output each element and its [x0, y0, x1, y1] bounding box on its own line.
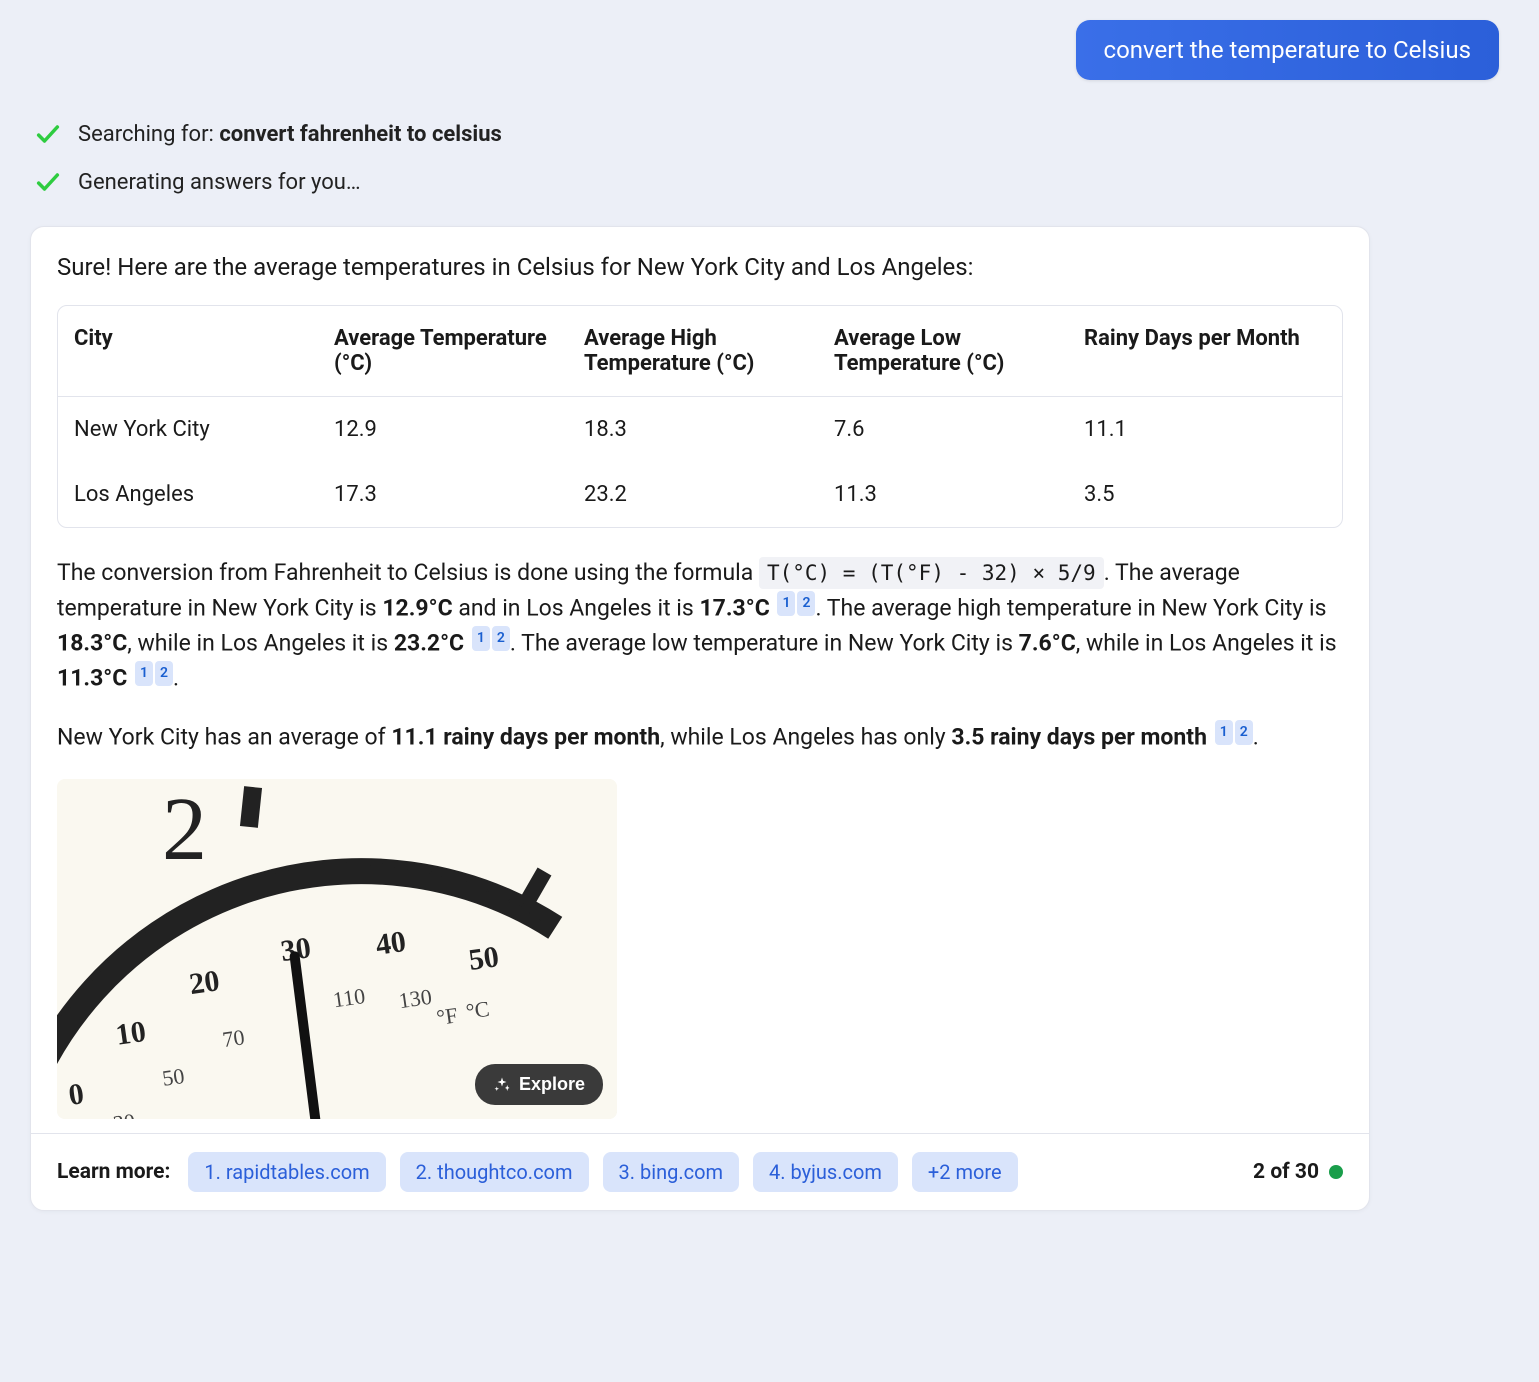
- status-generating: Generating answers for you…: [30, 168, 1509, 196]
- citation-2[interactable]: 2: [797, 591, 815, 616]
- temperature-table: City Average Temperature (°C) Average Hi…: [57, 305, 1343, 528]
- svg-text:50: 50: [467, 940, 501, 977]
- source-chip[interactable]: 3. bing.com: [603, 1152, 740, 1192]
- value: 17.3°C: [699, 594, 769, 621]
- svg-text:°C: °C: [464, 996, 491, 1024]
- value: 23.2°C: [394, 629, 464, 656]
- svg-text:30: 30: [111, 1108, 136, 1119]
- status-searching-query: convert fahrenheit to celsius: [219, 122, 502, 147]
- value: 18.3°C: [57, 629, 127, 656]
- text: , while in Los Angeles it is: [127, 629, 394, 656]
- source-chip[interactable]: 4. byjus.com: [753, 1152, 898, 1192]
- explore-button[interactable]: Explore: [475, 1064, 603, 1105]
- text: .: [173, 664, 179, 691]
- formula-code: T(°C) = (T(°F) - 32) × 5/9: [759, 557, 1104, 589]
- text: , while Los Angeles has only: [660, 724, 951, 751]
- svg-text:130: 130: [397, 984, 433, 1013]
- answer-paragraph-2: New York City has an average of 11.1 rai…: [57, 720, 1343, 755]
- table-cell: 23.2: [568, 462, 818, 527]
- value: 11.3°C: [57, 664, 127, 691]
- citation-2[interactable]: 2: [1235, 720, 1253, 745]
- table-cell: 7.6: [818, 397, 1068, 462]
- text: , while in Los Angeles it is: [1076, 629, 1337, 656]
- answer-paragraph-1: The conversion from Fahrenheit to Celsiu…: [57, 556, 1343, 696]
- value: 7.6°C: [1019, 629, 1076, 656]
- table-cell: 3.5: [1068, 462, 1318, 527]
- response-counter: 2 of 30: [1253, 1160, 1343, 1184]
- answer-card: Sure! Here are the average temperatures …: [30, 226, 1370, 1211]
- table-cell: 12.9: [318, 397, 568, 462]
- text: New York City has an average of: [57, 724, 391, 751]
- table-cell: Los Angeles: [58, 462, 318, 527]
- table-cell: 11.3: [818, 462, 1068, 527]
- status-searching-prefix: Searching for:: [78, 122, 219, 147]
- source-chip[interactable]: 2. thoughtco.com: [400, 1152, 589, 1192]
- value: 12.9°C: [382, 594, 452, 621]
- citation-1[interactable]: 1: [777, 591, 795, 616]
- svg-text:110: 110: [331, 983, 366, 1012]
- result-image[interactable]: 0 10 20 30 40 50 30 50 70 110 130 °F °C: [57, 779, 617, 1119]
- svg-text:20: 20: [187, 964, 221, 1001]
- table-cell: New York City: [58, 397, 318, 462]
- table-row: New York City 12.9 18.3 7.6 11.1: [58, 397, 1342, 462]
- learn-more-label: Learn more:: [57, 1160, 170, 1184]
- text: The conversion from Fahrenheit to Celsiu…: [57, 559, 759, 586]
- explore-label: Explore: [519, 1074, 585, 1095]
- status-searching: Searching for: convert fahrenheit to cel…: [30, 120, 1509, 148]
- status-dot-icon: [1329, 1165, 1343, 1179]
- table-header: Average High Temperature (°C): [568, 306, 818, 396]
- text: . The average low temperature in New Yor…: [510, 629, 1019, 656]
- svg-text:10: 10: [114, 1015, 148, 1052]
- learn-more-row: Learn more: 1. rapidtables.com 2. though…: [31, 1133, 1369, 1210]
- svg-text:°F: °F: [435, 1003, 459, 1031]
- text: .: [1253, 724, 1259, 751]
- table-header-row: City Average Temperature (°C) Average Hi…: [58, 306, 1342, 397]
- text: . The average high temperature in New Yo…: [815, 594, 1326, 621]
- value: 11.1 rainy days per month: [391, 724, 660, 751]
- svg-text:50: 50: [161, 1063, 186, 1091]
- table-header: City: [58, 306, 318, 396]
- svg-text:70: 70: [221, 1024, 246, 1052]
- counter-text: 2 of 30: [1253, 1160, 1319, 1184]
- svg-text:2: 2: [162, 780, 207, 879]
- citation-2[interactable]: 2: [492, 626, 510, 651]
- sparkle-icon: [493, 1076, 511, 1094]
- check-icon: [34, 120, 62, 148]
- source-chip[interactable]: 1. rapidtables.com: [188, 1152, 385, 1192]
- citation-1[interactable]: 1: [472, 626, 490, 651]
- text: and in Los Angeles it is: [453, 594, 700, 621]
- table-cell: 11.1: [1068, 397, 1318, 462]
- citation-2[interactable]: 2: [155, 661, 173, 686]
- value: 3.5 rainy days per month: [951, 724, 1207, 751]
- table-header: Average Temperature (°C): [318, 306, 568, 396]
- citation-1[interactable]: 1: [135, 661, 153, 686]
- check-icon: [34, 168, 62, 196]
- table-header: Average Low Temperature (°C): [818, 306, 1068, 396]
- citation-1[interactable]: 1: [1215, 720, 1233, 745]
- svg-text:40: 40: [374, 925, 408, 962]
- user-message-bubble: convert the temperature to Celsius: [1076, 20, 1499, 80]
- status-generating-text: Generating answers for you…: [78, 170, 361, 195]
- table-header: Rainy Days per Month: [1068, 306, 1318, 396]
- source-chip-more[interactable]: +2 more: [912, 1152, 1018, 1192]
- answer-intro: Sure! Here are the average temperatures …: [57, 253, 1343, 281]
- table-cell: 17.3: [318, 462, 568, 527]
- table-cell: 18.3: [568, 397, 818, 462]
- status-searching-text: Searching for: convert fahrenheit to cel…: [78, 122, 502, 147]
- table-row: Los Angeles 17.3 23.2 11.3 3.5: [58, 462, 1342, 527]
